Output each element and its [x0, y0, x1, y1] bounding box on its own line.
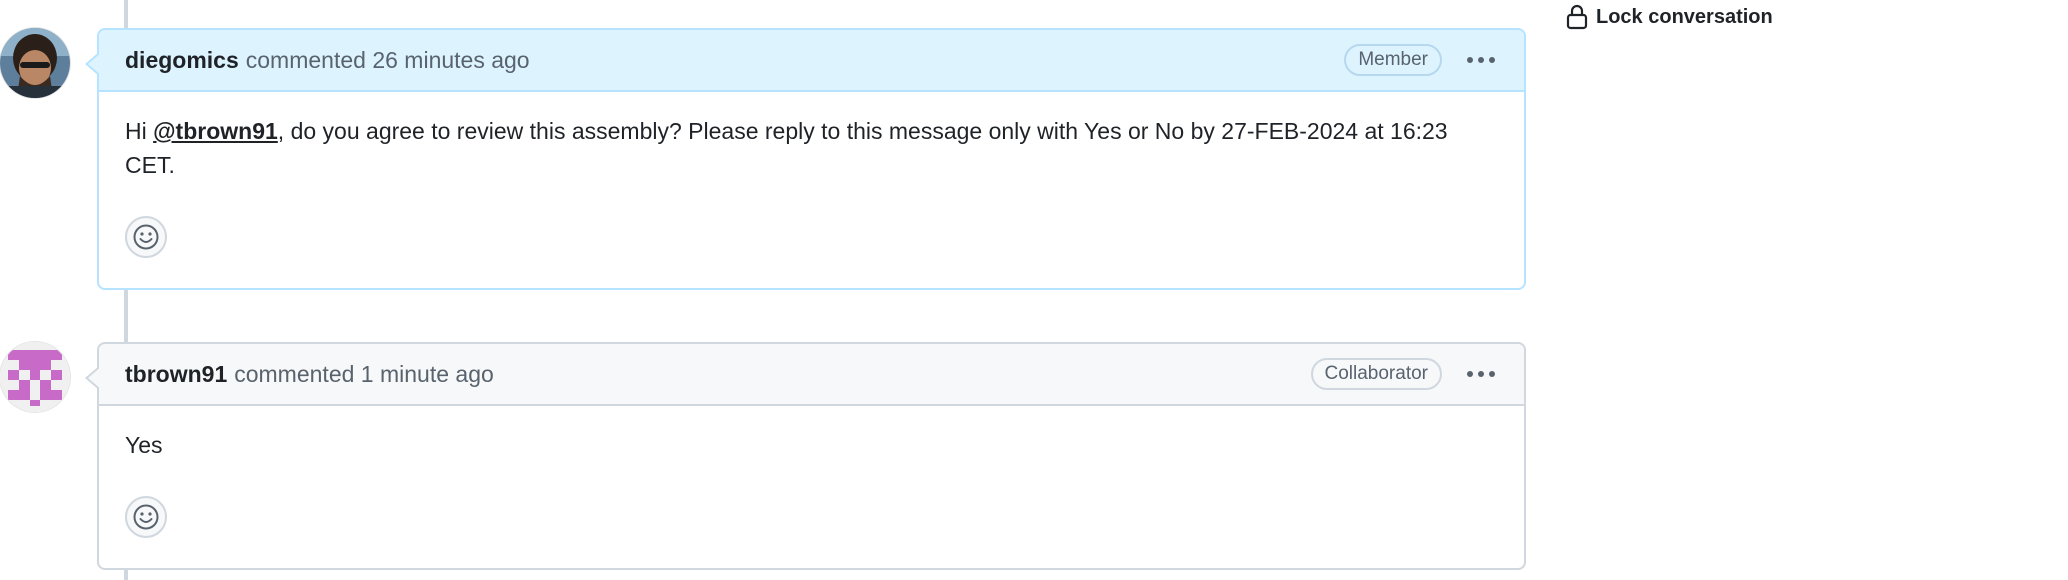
lock-icon	[1566, 4, 1588, 30]
comment-tbrown91: tbrown91 commented 1 minute ago Collabor…	[0, 342, 1526, 570]
add-reaction-button[interactable]	[125, 496, 167, 538]
comment-time[interactable]: 1 minute ago	[361, 361, 494, 387]
role-badge: Member	[1344, 44, 1442, 76]
comment-meta: commented 1 minute ago	[234, 361, 494, 388]
role-badge: Collaborator	[1310, 358, 1442, 390]
comment-body: Yes	[99, 406, 1524, 462]
add-reaction-button[interactable]	[125, 216, 167, 258]
comment-box: diegomics commented 26 minutes ago Membe…	[85, 28, 1526, 290]
lock-conversation-button[interactable]: Lock conversation	[1566, 4, 1773, 30]
comment-header: tbrown91 commented 1 minute ago Collabor…	[99, 344, 1524, 406]
comment-menu-button[interactable]	[1464, 359, 1498, 389]
comment-text: Yes	[125, 432, 163, 458]
avatar[interactable]	[0, 28, 70, 98]
kebab-horizontal-icon	[1467, 57, 1495, 63]
author-link[interactable]: tbrown91	[125, 361, 227, 388]
author-link[interactable]: diegomics	[125, 47, 239, 74]
comment-box: tbrown91 commented 1 minute ago Collabor…	[85, 342, 1526, 570]
avatar[interactable]	[0, 342, 70, 412]
comment-body: Hi @tbrown91, do you agree to review thi…	[99, 92, 1524, 182]
comment-time[interactable]: 26 minutes ago	[372, 47, 529, 73]
comment-text: , do you agree to review this assembly? …	[125, 118, 1448, 178]
comment-text-prefix: Hi	[125, 118, 154, 144]
kebab-horizontal-icon	[1467, 371, 1495, 377]
comment-menu-button[interactable]	[1464, 45, 1498, 75]
smiley-icon	[133, 224, 159, 250]
comment-header: diegomics commented 26 minutes ago Membe…	[99, 30, 1524, 92]
comment-action: commented	[245, 46, 366, 73]
comment-diegomics: diegomics commented 26 minutes ago Membe…	[0, 28, 1526, 290]
lock-conversation-label: Lock conversation	[1596, 5, 1773, 28]
smiley-icon	[133, 504, 159, 530]
comment-meta: commented 26 minutes ago	[246, 47, 530, 74]
comment-action: commented	[234, 360, 355, 387]
user-mention-link[interactable]: @tbrown91	[153, 118, 278, 144]
